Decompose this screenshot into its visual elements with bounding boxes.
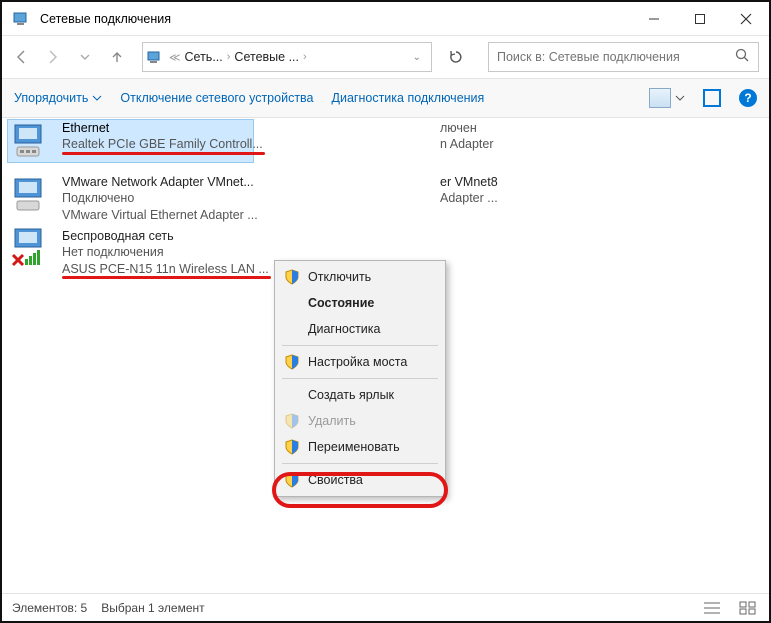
item-status: Нет подключения — [62, 244, 269, 260]
adapter-icon — [8, 174, 54, 216]
disable-device-button[interactable]: Отключение сетевого устройства — [120, 91, 313, 105]
status-count: Элементов: 5 — [12, 601, 87, 615]
chevron-right-icon: › — [301, 51, 309, 63]
refresh-button[interactable] — [438, 42, 474, 72]
cm-disconnect[interactable]: Отключить — [278, 264, 442, 290]
chevron-down-icon — [675, 93, 685, 103]
search-input[interactable] — [497, 50, 734, 64]
connection-item-wireless[interactable]: Беспроводная сеть Нет подключения ASUS P… — [8, 228, 253, 277]
cm-diagnostics[interactable]: Диагностика — [278, 316, 442, 342]
cm-shortcut[interactable]: Создать ярлык — [278, 382, 442, 408]
diagnose-button[interactable]: Диагностика подключения — [332, 91, 485, 105]
item-name: Беспроводная сеть — [62, 228, 269, 244]
minimize-button[interactable] — [631, 2, 677, 36]
status-selected: Выбран 1 элемент — [101, 601, 204, 615]
cm-status[interactable]: Состояние — [278, 290, 442, 316]
close-button[interactable] — [723, 2, 769, 36]
breadcrumb-part[interactable]: Сетевые ... — [234, 50, 299, 64]
address-box[interactable]: ≪ Сеть... › Сетевые ... › ⌄ — [142, 42, 432, 72]
chevron-right-icon: › — [225, 51, 233, 63]
cm-bridge[interactable]: Настройка моста — [278, 349, 442, 375]
location-icon — [147, 49, 165, 65]
menu-separator — [282, 463, 438, 464]
item-name: Ethernet — [62, 120, 263, 136]
search-icon[interactable] — [734, 47, 750, 68]
search-box[interactable] — [488, 42, 759, 72]
shield-icon — [284, 472, 300, 488]
nav-arrows — [12, 48, 126, 66]
up-button[interactable] — [108, 48, 126, 66]
wireless-icon — [8, 228, 54, 270]
breadcrumb-part[interactable]: Сеть... — [185, 50, 223, 64]
content-area: Ethernet Realtek PCIe GBE Family Control… — [2, 118, 769, 593]
cm-rename[interactable]: Переименовать — [278, 434, 442, 460]
chevron-down-icon — [92, 93, 102, 103]
window-controls — [631, 2, 769, 36]
window: Сетевые подключения ≪ Сеть... › Сетевые … — [0, 0, 771, 623]
shield-icon — [284, 354, 300, 370]
toolbar: Упорядочить Отключение сетевого устройст… — [2, 78, 769, 118]
cm-delete: Удалить — [278, 408, 442, 434]
shield-icon — [284, 269, 300, 285]
status-bar: Элементов: 5 Выбран 1 элемент — [2, 593, 769, 621]
window-title: Сетевые подключения — [40, 12, 171, 26]
app-icon — [12, 9, 32, 29]
titlebar: Сетевые подключения — [2, 2, 769, 36]
shield-icon — [284, 439, 300, 455]
menu-separator — [282, 345, 438, 346]
help-icon[interactable]: ? — [739, 89, 757, 107]
context-menu: Отключить Состояние Диагностика Настройк… — [274, 260, 446, 497]
large-icons-view-icon[interactable] — [737, 599, 759, 617]
shield-icon — [284, 413, 300, 429]
connection-item-ethernet[interactable]: Ethernet Realtek PCIe GBE Family Control… — [8, 120, 253, 162]
item-device: Realtek PCIe GBE Family Controll... — [62, 136, 263, 152]
item-device: Adapter ... — [440, 190, 498, 206]
back-button[interactable] — [12, 48, 30, 66]
item-name: er VMnet8 — [440, 174, 498, 190]
connection-item-vmnet8[interactable]: er VMnet8 Adapter ... — [440, 174, 685, 207]
item-device: ASUS PCE-N15 11n Wireless LAN ... — [62, 261, 269, 277]
recent-dropdown[interactable] — [76, 48, 94, 66]
forward-button[interactable] — [44, 48, 62, 66]
cm-properties[interactable]: Свойства — [278, 467, 442, 493]
connection-item-partial[interactable]: лючен n Adapter — [440, 120, 685, 153]
maximize-button[interactable] — [677, 2, 723, 36]
address-dropdown-icon[interactable]: ⌄ — [413, 52, 427, 63]
address-bar-row: ≪ Сеть... › Сетевые ... › ⌄ — [2, 36, 769, 78]
item-name: VMware Network Adapter VMnet... — [62, 174, 258, 190]
ethernet-icon — [8, 120, 54, 162]
chevron-icon: ≪ — [167, 51, 183, 64]
item-status: Подключено — [62, 190, 258, 206]
item-status: лючен — [440, 120, 494, 136]
connection-item-vmnet1[interactable]: VMware Network Adapter VMnet... Подключе… — [8, 174, 253, 223]
menu-separator — [282, 378, 438, 379]
details-view-icon[interactable] — [701, 599, 723, 617]
organize-menu[interactable]: Упорядочить — [14, 91, 102, 105]
view-options[interactable] — [649, 88, 685, 108]
item-device: n Adapter — [440, 136, 494, 152]
item-device: VMware Virtual Ethernet Adapter ... — [62, 207, 258, 223]
preview-pane-icon[interactable] — [703, 89, 721, 107]
